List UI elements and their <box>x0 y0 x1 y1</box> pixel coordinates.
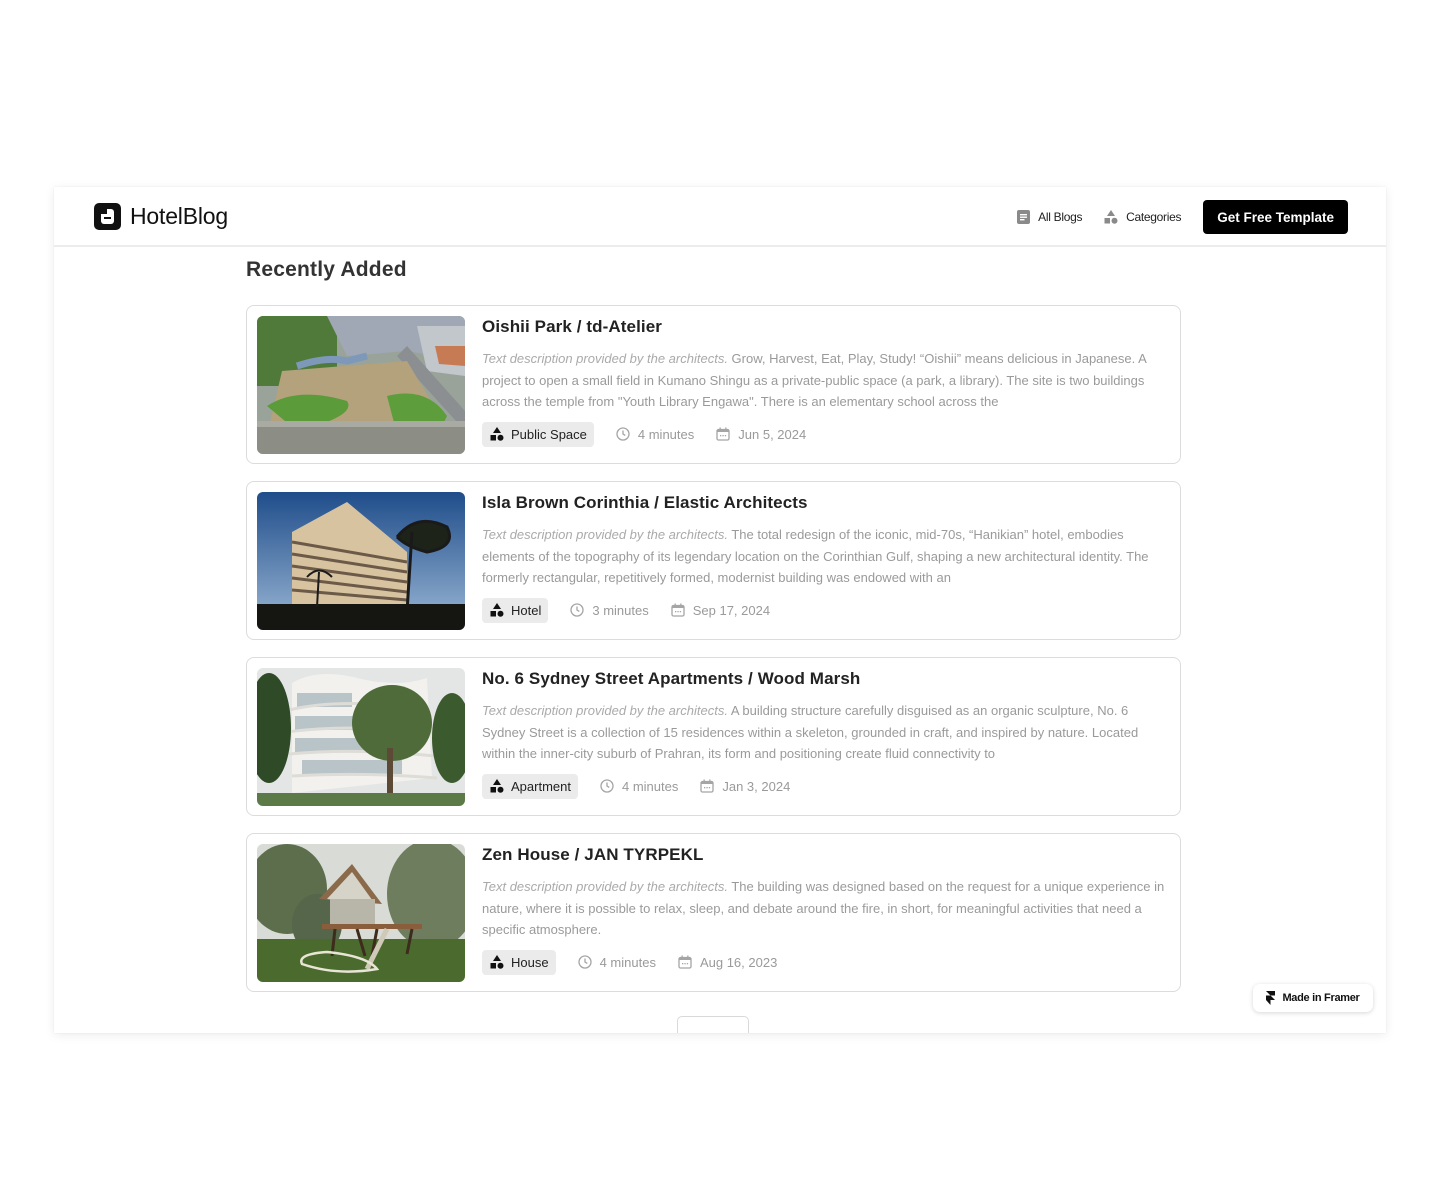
brand-logo[interactable]: HotelBlog <box>94 203 228 230</box>
read-time: 4 minutes <box>577 954 656 970</box>
publish-date: Jun 5, 2024 <box>716 427 806 442</box>
publish-date-label: Sep 17, 2024 <box>692 602 771 618</box>
publish-date: Jan 3, 2024 <box>700 779 790 794</box>
nav-links: All Blogs Categories Get Free Template <box>1017 200 1348 234</box>
nav-categories[interactable]: Categories <box>1104 210 1182 224</box>
clock-icon <box>616 427 630 441</box>
nav-all-blogs[interactable]: All Blogs <box>1017 210 1082 224</box>
post-meta: Public Space 4 minutes Jun 5, 2024 <box>482 421 1172 447</box>
nav-all-blogs-label: All Blogs <box>1038 210 1083 224</box>
post-meta: House 4 minutes Aug 16, 2023 <box>482 949 1172 975</box>
post-description-lead: Text description provided by the archite… <box>482 527 728 542</box>
shapes-icon <box>1104 210 1118 224</box>
post-body: Oishii Park / td-Atelier Text descriptio… <box>482 317 1172 447</box>
read-time: 4 minutes <box>616 427 694 442</box>
post-body: Isla Brown Corinthia / Elastic Architect… <box>482 493 1172 623</box>
read-time-label: 4 minutes <box>621 778 679 794</box>
shapes-icon <box>490 427 504 441</box>
publish-date-label: Aug 16, 2023 <box>699 954 778 970</box>
category-tag[interactable]: Hotel <box>482 597 549 623</box>
post-thumbnail[interactable] <box>257 316 465 454</box>
category-tag[interactable]: Apartment <box>482 773 578 799</box>
publish-date: Aug 16, 2023 <box>678 955 777 970</box>
hotel-image <box>257 492 465 630</box>
read-time-label: 3 minutes <box>592 602 649 618</box>
post-thumbnail[interactable] <box>257 492 465 630</box>
made-in-framer-label: Made in Framer <box>1282 992 1360 1004</box>
page-frame: HotelBlog All Blogs Categories Get Free … <box>54 187 1386 1033</box>
clock-icon <box>570 603 585 617</box>
post-thumbnail[interactable] <box>257 844 465 982</box>
category-tag[interactable]: Public Space <box>482 421 594 447</box>
calendar-icon <box>716 427 730 441</box>
post-description: Text description provided by the archite… <box>482 524 1172 590</box>
post-card[interactable]: Zen House / JAN TYRPEKL Text description… <box>246 833 1181 992</box>
category-tag[interactable]: House <box>482 949 556 975</box>
navbar: HotelBlog All Blogs Categories Get Free … <box>54 187 1386 247</box>
get-free-template-button[interactable]: Get Free Template <box>1203 200 1348 234</box>
post-card[interactable]: No. 6 Sydney Street Apartments / Wood Ma… <box>246 657 1181 816</box>
read-time: 3 minutes <box>570 602 649 618</box>
post-description-lead: Text description provided by the archite… <box>482 879 728 894</box>
read-time: 4 minutes <box>600 779 678 794</box>
post-description: Text description provided by the archite… <box>482 876 1172 942</box>
calendar-icon <box>700 779 715 793</box>
category-label: House <box>511 954 549 970</box>
shapes-icon <box>490 603 504 617</box>
post-description: Text description provided by the archite… <box>482 348 1172 414</box>
calendar-icon <box>678 955 692 969</box>
shapes-icon <box>490 955 504 969</box>
apartment-image <box>257 668 465 806</box>
document-icon <box>1017 210 1031 224</box>
calendar-icon <box>671 603 685 617</box>
post-card[interactable]: Isla Brown Corinthia / Elastic Architect… <box>246 481 1181 640</box>
post-meta: Hotel 3 minutes Sep 17, 2024 <box>482 597 1172 623</box>
post-description-lead: Text description provided by the archite… <box>482 703 728 718</box>
post-body: No. 6 Sydney Street Apartments / Wood Ma… <box>482 669 1172 799</box>
post-title[interactable]: Isla Brown Corinthia / Elastic Architect… <box>482 493 1172 515</box>
publish-date: Sep 17, 2024 <box>671 603 770 618</box>
nav-categories-label: Categories <box>1126 210 1182 224</box>
read-time-label: 4 minutes <box>637 426 695 442</box>
post-meta: Apartment 4 minutes Jan 3, 2024 <box>482 773 1172 799</box>
publish-date-label: Jan 3, 2024 <box>722 778 791 794</box>
brand-name: HotelBlog <box>130 203 228 229</box>
post-description: Text description provided by the archite… <box>482 700 1172 766</box>
post-title[interactable]: Oishii Park / td-Atelier <box>482 317 1172 339</box>
shapes-icon <box>490 779 504 793</box>
post-thumbnail[interactable] <box>257 668 465 806</box>
post-title[interactable]: Zen House / JAN TYRPEKL <box>482 845 1172 867</box>
load-more-button[interactable] <box>677 1016 749 1033</box>
category-label: Hotel <box>511 602 542 618</box>
category-label: Apartment <box>511 778 571 794</box>
post-card[interactable]: Oishii Park / td-Atelier Text descriptio… <box>246 305 1181 464</box>
section-title: Recently Added <box>246 258 407 281</box>
park-image <box>257 316 465 454</box>
category-label: Public Space <box>511 426 587 442</box>
framer-logo-icon <box>1266 991 1276 1005</box>
publish-date-label: Jun 5, 2024 <box>738 426 807 442</box>
blogger-logo-icon <box>94 203 121 230</box>
read-time-label: 4 minutes <box>599 954 656 970</box>
post-body: Zen House / JAN TYRPEKL Text description… <box>482 845 1172 975</box>
made-in-framer-badge[interactable]: Made in Framer <box>1253 984 1373 1012</box>
cabin-image <box>257 844 465 982</box>
post-description-lead: Text description provided by the archite… <box>482 351 728 366</box>
clock-icon <box>600 779 614 793</box>
clock-icon <box>577 955 592 969</box>
post-title[interactable]: No. 6 Sydney Street Apartments / Wood Ma… <box>482 669 1172 691</box>
